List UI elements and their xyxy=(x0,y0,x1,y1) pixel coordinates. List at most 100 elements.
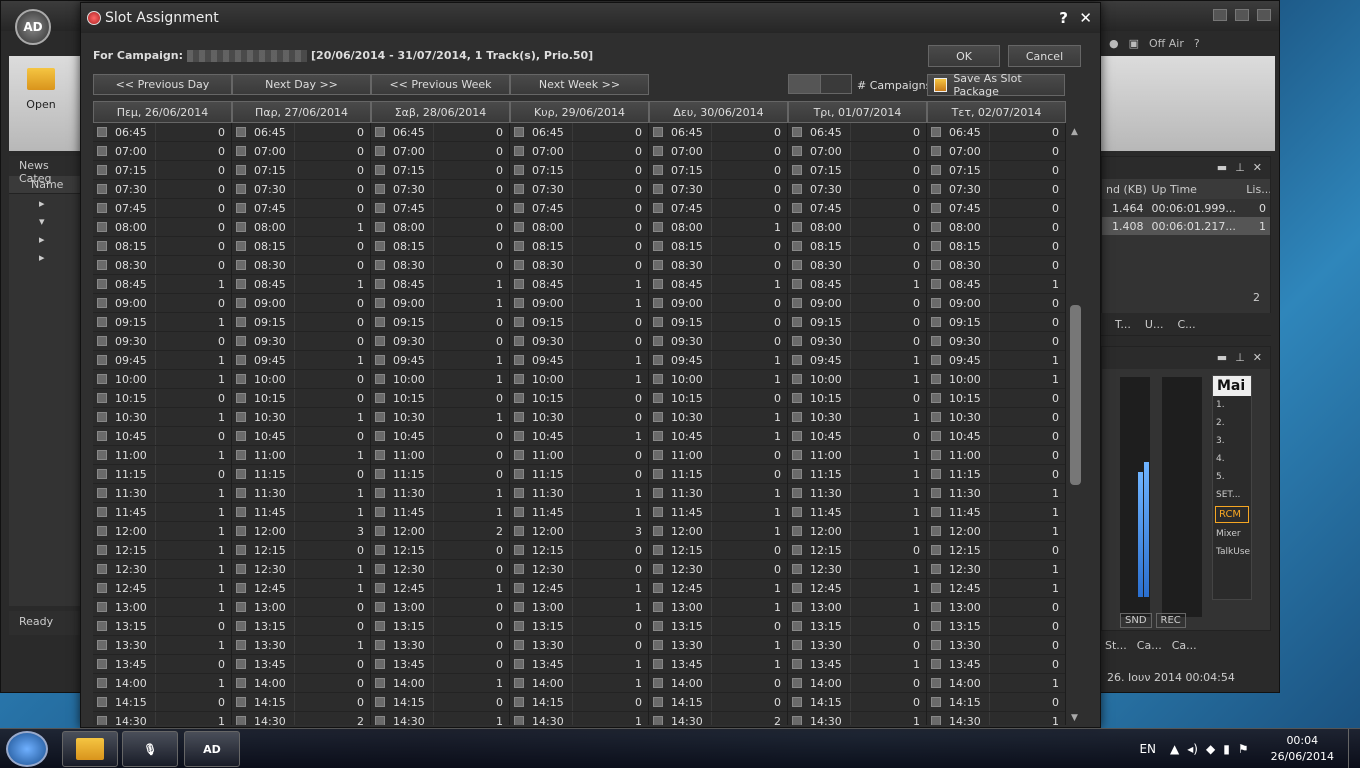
toolbar-item[interactable]: U... xyxy=(1145,318,1164,331)
slot-row[interactable]: 14:15 0 xyxy=(927,693,1065,712)
slot-checkbox[interactable] xyxy=(236,545,246,555)
toolbar-item[interactable]: St... xyxy=(1105,639,1127,652)
slot-row[interactable]: 10:00 1 xyxy=(649,370,787,389)
slot-row[interactable]: 08:00 1 xyxy=(232,218,370,237)
close-icon[interactable]: ✕ xyxy=(1253,161,1262,175)
slot-checkbox[interactable] xyxy=(97,355,107,365)
save-slot-package-button[interactable]: Save As Slot Package xyxy=(927,72,1065,98)
slot-row[interactable]: 11:45 1 xyxy=(649,503,787,522)
slot-checkbox[interactable] xyxy=(236,203,246,213)
slot-checkbox[interactable] xyxy=(375,545,385,555)
slot-checkbox[interactable] xyxy=(792,165,802,175)
slot-checkbox[interactable] xyxy=(653,222,663,232)
slot-checkbox[interactable] xyxy=(792,697,802,707)
slot-checkbox[interactable] xyxy=(514,298,524,308)
slot-row[interactable]: 09:00 0 xyxy=(927,294,1065,313)
slot-checkbox[interactable] xyxy=(236,564,246,574)
slot-checkbox[interactable] xyxy=(653,507,663,517)
slot-checkbox[interactable] xyxy=(375,146,385,156)
slot-checkbox[interactable] xyxy=(97,640,107,650)
slot-checkbox[interactable] xyxy=(375,431,385,441)
slot-checkbox[interactable] xyxy=(97,507,107,517)
slot-row[interactable]: 06:45 0 xyxy=(788,123,926,142)
slot-checkbox[interactable] xyxy=(792,184,802,194)
slot-checkbox[interactable] xyxy=(97,241,107,251)
slot-checkbox[interactable] xyxy=(653,545,663,555)
slot-checkbox[interactable] xyxy=(236,165,246,175)
slot-checkbox[interactable] xyxy=(97,488,107,498)
slot-checkbox[interactable] xyxy=(236,716,246,725)
slot-row[interactable]: 10:45 1 xyxy=(649,427,787,446)
slot-checkbox[interactable] xyxy=(236,488,246,498)
slot-checkbox[interactable] xyxy=(514,393,524,403)
slot-row[interactable]: 12:45 1 xyxy=(927,579,1065,598)
slot-row[interactable]: 11:15 0 xyxy=(371,465,509,484)
slot-row[interactable]: 10:45 0 xyxy=(927,427,1065,446)
slot-row[interactable]: 07:00 0 xyxy=(927,142,1065,161)
slot-row[interactable]: 13:00 1 xyxy=(788,598,926,617)
slot-row[interactable]: 12:30 0 xyxy=(649,560,787,579)
slot-row[interactable]: 09:30 0 xyxy=(93,332,231,351)
slot-row[interactable]: 10:45 0 xyxy=(232,427,370,446)
slot-row[interactable]: 07:00 0 xyxy=(649,142,787,161)
slot-checkbox[interactable] xyxy=(97,621,107,631)
talk-user[interactable]: TalkUse xyxy=(1213,543,1251,561)
slot-checkbox[interactable] xyxy=(375,241,385,251)
slot-row[interactable]: 12:45 1 xyxy=(232,579,370,598)
slot-checkbox[interactable] xyxy=(931,184,941,194)
slot-row[interactable]: 11:30 1 xyxy=(649,484,787,503)
slot-row[interactable]: 10:00 1 xyxy=(371,370,509,389)
slot-checkbox[interactable] xyxy=(792,298,802,308)
minimize-icon[interactable]: ▬ xyxy=(1217,351,1227,365)
day-header[interactable]: Δευ, 30/06/2014 xyxy=(649,101,788,123)
slot-row[interactable]: 14:30 1 xyxy=(510,712,648,725)
slot-row[interactable]: 13:15 0 xyxy=(371,617,509,636)
slot-row[interactable]: 06:45 0 xyxy=(232,123,370,142)
slot-checkbox[interactable] xyxy=(375,355,385,365)
snd-button[interactable]: SND xyxy=(1120,613,1152,628)
slot-checkbox[interactable] xyxy=(931,697,941,707)
slot-row[interactable]: 11:00 1 xyxy=(93,446,231,465)
table-row[interactable]: 1.464 00:06:01.999... 0 xyxy=(1102,199,1270,217)
slot-row[interactable]: 13:45 1 xyxy=(788,655,926,674)
slot-checkbox[interactable] xyxy=(653,450,663,460)
slot-checkbox[interactable] xyxy=(792,469,802,479)
slot-checkbox[interactable] xyxy=(792,374,802,384)
day-header[interactable]: Τρι, 01/07/2014 xyxy=(788,101,927,123)
slot-row[interactable]: 09:15 1 xyxy=(93,313,231,332)
slot-checkbox[interactable] xyxy=(375,450,385,460)
slot-checkbox[interactable] xyxy=(653,374,663,384)
previous-week-button[interactable]: << Previous Week xyxy=(371,74,510,95)
slot-checkbox[interactable] xyxy=(236,298,246,308)
slot-checkbox[interactable] xyxy=(514,659,524,669)
slot-row[interactable]: 08:30 0 xyxy=(649,256,787,275)
slot-checkbox[interactable] xyxy=(653,412,663,422)
slot-row[interactable]: 13:45 0 xyxy=(371,655,509,674)
slot-row[interactable]: 13:00 1 xyxy=(649,598,787,617)
toolbar-item[interactable]: T... xyxy=(1115,318,1131,331)
slot-checkbox[interactable] xyxy=(792,355,802,365)
slot-row[interactable]: 13:45 1 xyxy=(510,655,648,674)
slot-row[interactable]: 09:15 0 xyxy=(510,313,648,332)
slot-row[interactable]: 13:30 1 xyxy=(93,636,231,655)
slot-row[interactable]: 10:45 0 xyxy=(93,427,231,446)
slot-row[interactable]: 11:45 1 xyxy=(927,503,1065,522)
slot-row[interactable]: 13:30 0 xyxy=(371,636,509,655)
slot-row[interactable]: 11:45 1 xyxy=(232,503,370,522)
pin-icon[interactable]: ⊥ xyxy=(1235,161,1245,175)
day-header[interactable]: Κυρ, 29/06/2014 xyxy=(510,101,649,123)
slot-checkbox[interactable] xyxy=(236,621,246,631)
slot-checkbox[interactable] xyxy=(236,241,246,251)
slot-checkbox[interactable] xyxy=(375,260,385,270)
slot-checkbox[interactable] xyxy=(375,583,385,593)
slot-row[interactable]: 07:00 0 xyxy=(788,142,926,161)
slot-row[interactable]: 09:00 0 xyxy=(649,294,787,313)
slot-row[interactable]: 13:30 0 xyxy=(510,636,648,655)
slot-row[interactable]: 14:00 0 xyxy=(649,674,787,693)
slot-row[interactable]: 09:15 0 xyxy=(649,313,787,332)
slot-checkbox[interactable] xyxy=(792,279,802,289)
slot-row[interactable]: 08:00 0 xyxy=(510,218,648,237)
slot-row[interactable]: 07:30 0 xyxy=(232,180,370,199)
set-button[interactable]: SET... xyxy=(1213,486,1251,504)
microphone-task[interactable]: 🎙 xyxy=(122,731,178,767)
